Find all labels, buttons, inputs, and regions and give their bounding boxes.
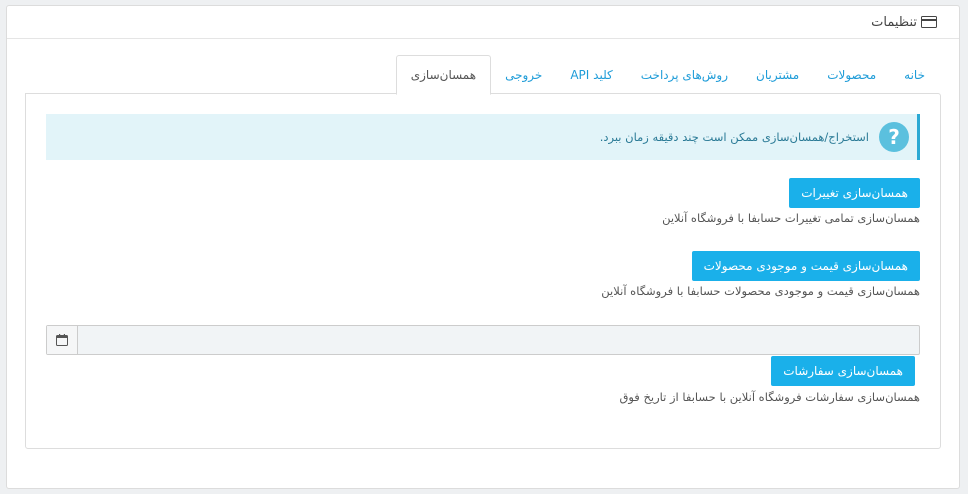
sync-tab-content: ? استخراج/همسان‌سازی ممکن است چند دقیقه … (25, 93, 941, 449)
tab-export[interactable]: خروجی (491, 56, 556, 94)
credit-card-icon (921, 16, 937, 28)
tab-api-key[interactable]: کلید API (556, 56, 626, 94)
page-title: تنظیمات (871, 14, 917, 30)
sync-products-button[interactable]: همسان‌سازی قیمت و موجودی محصولات (691, 251, 920, 281)
info-alert: ? استخراج/همسان‌سازی ممکن است چند دقیقه … (46, 114, 920, 160)
sync-changes-button[interactable]: همسان‌سازی تغییرات (789, 178, 920, 208)
sync-products-description: همسان‌سازی قیمت و موجودی محصولات حسابفا … (601, 284, 920, 298)
tab-products[interactable]: محصولات (813, 56, 890, 94)
tab-sync[interactable]: همسان‌سازی (395, 55, 492, 95)
question-icon: ? (879, 122, 909, 152)
tab-bar: خانه محصولات مشتریان روش‌های پرداخت کلید… (27, 54, 939, 95)
date-input[interactable] (78, 326, 919, 354)
alert-text: استخراج/همسان‌سازی ممکن است چند دقیقه زم… (599, 130, 869, 144)
panel-header: تنظیمات (7, 6, 959, 39)
date-input-group (46, 325, 920, 355)
calendar-icon[interactable] (47, 326, 78, 354)
tab-home[interactable]: خانه (890, 56, 939, 94)
sync-orders-description: همسان‌سازی سفارشات فروشگاه آنلاین با حسا… (619, 390, 920, 404)
tab-customers[interactable]: مشتریان (742, 56, 813, 94)
tab-payment-methods[interactable]: روش‌های پرداخت (627, 56, 742, 94)
sync-orders-button[interactable]: همسان‌سازی سفارشات (771, 356, 915, 386)
sync-changes-description: همسان‌سازی تمامی تغییرات حسابفا با فروشگ… (662, 211, 920, 225)
settings-panel: تنظیمات خانه محصولات مشتریان روش‌های پرد… (6, 5, 960, 489)
